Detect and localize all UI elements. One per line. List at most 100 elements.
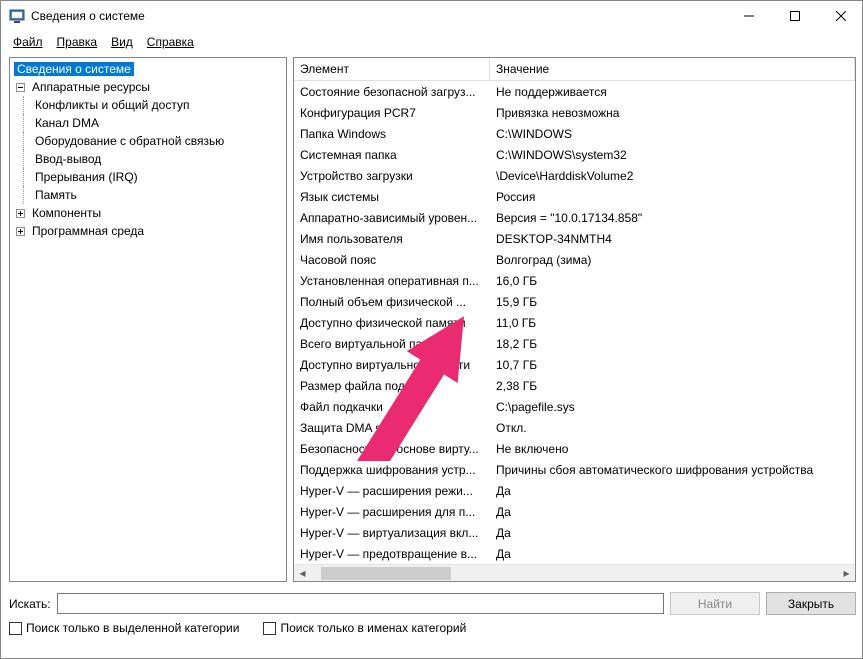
list-row[interactable]: Устройство загрузки\Device\HarddiskVolum… <box>294 165 855 186</box>
cell-value: Не включено <box>490 442 855 456</box>
tree-item[interactable]: Канал DMA <box>10 114 286 132</box>
cell-value: DESKTOP-34NMTH4 <box>490 232 855 246</box>
cell-element: Hyper-V — расширения режи... <box>294 484 490 498</box>
cell-element: Состояние безопасной загруз... <box>294 85 490 99</box>
expand-icon[interactable] <box>14 225 26 237</box>
navigation-tree[interactable]: Сведения о системе Аппаратные ресурсы Ко… <box>9 57 287 582</box>
tree-item[interactable]: Ввод-вывод <box>10 150 286 168</box>
scroll-right-icon[interactable]: ▸ <box>838 565 855 582</box>
scroll-thumb[interactable] <box>321 567 451 580</box>
list-row[interactable]: Файл подкачкиC:\pagefile.sys <box>294 396 855 417</box>
list-row[interactable]: Аппаратно-зависимый уровен...Версия = "1… <box>294 207 855 228</box>
list-row[interactable]: Безопасность на основе вирту...Не включе… <box>294 438 855 459</box>
cell-value: Волгоград (зима) <box>490 253 855 267</box>
menu-edit[interactable]: Правка <box>51 33 104 51</box>
cell-element: Файл подкачки <box>294 400 490 414</box>
cell-element: Защита DMA ядра <box>294 421 490 435</box>
tree-item-software-env[interactable]: Программная среда <box>10 222 286 240</box>
search-label: Искать: <box>9 597 51 611</box>
horizontal-scrollbar[interactable]: ◂ ▸ <box>294 564 855 581</box>
list-row[interactable]: Конфигурация PCR7Привязка невозможна <box>294 102 855 123</box>
checkbox-icon <box>9 622 22 635</box>
cell-element: Папка Windows <box>294 127 490 141</box>
list-row[interactable]: Часовой поясВолгоград (зима) <box>294 249 855 270</box>
cell-element: Конфигурация PCR7 <box>294 106 490 120</box>
close-button[interactable] <box>818 1 863 31</box>
cell-value: Да <box>490 484 855 498</box>
list-row[interactable]: Установленная оперативная п...16,0 ГБ <box>294 270 855 291</box>
window-title: Сведения о системе <box>31 9 726 23</box>
cell-element: Устройство загрузки <box>294 169 490 183</box>
list-row[interactable]: Размер файла подкачки2,38 ГБ <box>294 375 855 396</box>
cell-value: Да <box>490 505 855 519</box>
tree-item[interactable]: Память <box>10 186 286 204</box>
cell-value: Откл. <box>490 421 855 435</box>
cell-value: 2,38 ГБ <box>490 379 855 393</box>
cell-element: Часовой пояс <box>294 253 490 267</box>
cell-value: 11,0 ГБ <box>490 316 855 330</box>
list-row[interactable]: Доступно физической памяти11,0 ГБ <box>294 312 855 333</box>
cell-value: Причины сбоя автоматического шифрования … <box>490 463 855 477</box>
cell-element: Имя пользователя <box>294 232 490 246</box>
tree-item-components[interactable]: Компоненты <box>10 204 286 222</box>
menubar: Файл Правка Вид Справка <box>1 31 863 53</box>
list-row[interactable]: Язык системыРоссия <box>294 186 855 207</box>
tree-item[interactable]: Конфликты и общий доступ <box>10 96 286 114</box>
cell-value: Версия = "10.0.17134.858" <box>490 211 855 225</box>
tree-item-system-summary[interactable]: Сведения о системе <box>10 60 286 78</box>
list-row[interactable]: Доступно виртуальной памяти10,7 ГБ <box>294 354 855 375</box>
scroll-left-icon[interactable]: ◂ <box>294 565 311 582</box>
cell-element: Поддержка шифрования устр... <box>294 463 490 477</box>
minimize-button[interactable] <box>726 1 772 31</box>
search-input[interactable] <box>57 593 664 614</box>
tree-item[interactable]: Оборудование с обратной связью <box>10 132 286 150</box>
column-value[interactable]: Значение <box>490 58 855 80</box>
cell-value: 16,0 ГБ <box>490 274 855 288</box>
list-row[interactable]: Состояние безопасной загруз...Не поддерж… <box>294 81 855 102</box>
cell-element: Доступно физической памяти <box>294 316 490 330</box>
close-search-button[interactable]: Закрыть <box>766 592 856 615</box>
cell-value: Не поддерживается <box>490 85 855 99</box>
cell-value: 15,9 ГБ <box>490 295 855 309</box>
cell-element: Полный объем физической ... <box>294 295 490 309</box>
list-row[interactable]: Hyper-V — расширения для п...Да <box>294 501 855 522</box>
cell-element: Всего виртуальной памяти <box>294 337 490 351</box>
maximize-button[interactable] <box>772 1 818 31</box>
cell-element: Установленная оперативная п... <box>294 274 490 288</box>
list-row[interactable]: Полный объем физической ...15,9 ГБ <box>294 291 855 312</box>
details-list: Элемент Значение Состояние безопасной за… <box>293 57 856 582</box>
cell-value: Россия <box>490 190 855 204</box>
cell-element: Hyper-V — виртуализация вкл... <box>294 526 490 540</box>
checkbox-selected-category[interactable]: Поиск только в выделенной категории <box>9 621 239 635</box>
tree-item[interactable]: Прерывания (IRQ) <box>10 168 286 186</box>
list-row[interactable]: Защита DMA ядраОткл. <box>294 417 855 438</box>
search-panel: Искать: Найти Закрыть Поиск только в выд… <box>1 586 863 645</box>
menu-file[interactable]: Файл <box>7 33 49 51</box>
list-row[interactable]: Системная папкаC:\WINDOWS\system32 <box>294 144 855 165</box>
list-body[interactable]: Состояние безопасной загруз...Не поддерж… <box>294 81 855 564</box>
menu-view[interactable]: Вид <box>105 33 139 51</box>
checkbox-category-names[interactable]: Поиск только в именах категорий <box>263 621 466 635</box>
list-row[interactable]: Папка WindowsC:\WINDOWS <box>294 123 855 144</box>
cell-value: Привязка невозможна <box>490 106 855 120</box>
cell-element: Hyper-V — расширения для п... <box>294 505 490 519</box>
cell-value: C:\WINDOWS <box>490 127 855 141</box>
list-row[interactable]: Всего виртуальной памяти18,2 ГБ <box>294 333 855 354</box>
list-row[interactable]: Поддержка шифрования устр...Причины сбоя… <box>294 459 855 480</box>
cell-element: Hyper-V — предотвращение в... <box>294 547 490 561</box>
list-row[interactable]: Hyper-V — расширения режи...Да <box>294 480 855 501</box>
list-row[interactable]: Hyper-V — предотвращение в...Да <box>294 543 855 564</box>
cell-value: Да <box>490 547 855 561</box>
tree-item-hardware-resources[interactable]: Аппаратные ресурсы <box>10 78 286 96</box>
list-row[interactable]: Hyper-V — виртуализация вкл...Да <box>294 522 855 543</box>
cell-value: 18,2 ГБ <box>490 337 855 351</box>
collapse-icon[interactable] <box>14 81 26 93</box>
column-element[interactable]: Элемент <box>294 58 490 80</box>
menu-help[interactable]: Справка <box>141 33 200 51</box>
find-button[interactable]: Найти <box>670 592 760 615</box>
list-header: Элемент Значение <box>294 58 855 81</box>
list-row[interactable]: Имя пользователяDESKTOP-34NMTH4 <box>294 228 855 249</box>
cell-value: \Device\HarddiskVolume2 <box>490 169 855 183</box>
expand-icon[interactable] <box>14 207 26 219</box>
cell-value: Да <box>490 526 855 540</box>
